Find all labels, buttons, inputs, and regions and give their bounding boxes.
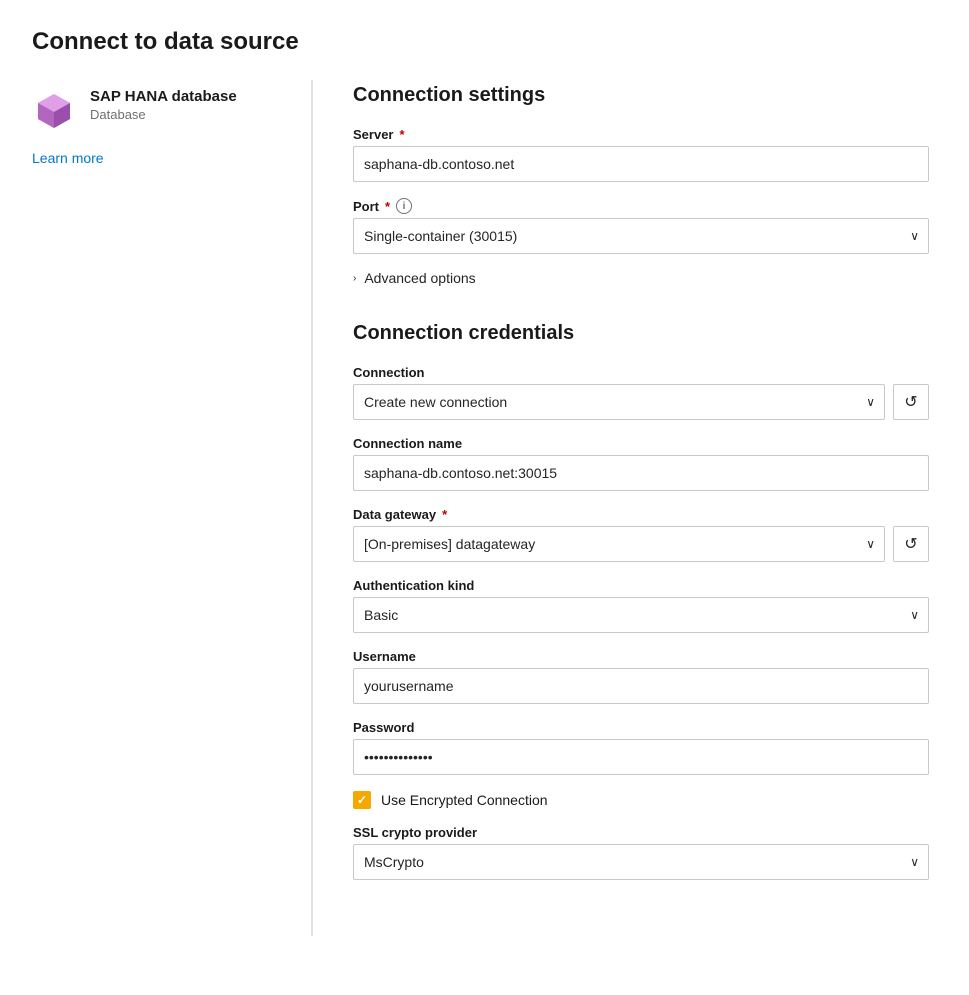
auth-kind-select-wrapper: Basic Windows OAuth2 ∨ — [353, 597, 929, 633]
username-input[interactable] — [353, 668, 929, 704]
connector-name: SAP HANA database — [90, 88, 237, 105]
port-required: * — [385, 199, 390, 214]
ssl-crypto-label: SSL crypto provider — [353, 825, 929, 840]
server-field-group: Server* — [353, 127, 929, 182]
data-gateway-field-group: Data gateway* [On-premises] datagateway … — [353, 507, 929, 562]
data-gateway-select[interactable]: [On-premises] datagateway — [353, 526, 885, 562]
connector-type: Database — [90, 107, 237, 122]
data-gateway-select-wrapper: [On-premises] datagateway ∨ — [353, 526, 885, 562]
connection-name-input[interactable] — [353, 455, 929, 491]
password-label: Password — [353, 720, 929, 735]
encrypted-connection-row: ✓ Use Encrypted Connection — [353, 791, 929, 809]
advanced-chevron-icon: › — [353, 273, 356, 284]
connector-info: SAP HANA database Database — [32, 88, 237, 132]
port-field-group: Port* i Single-container (30015) Multipl… — [353, 198, 929, 254]
port-select[interactable]: Single-container (30015) Multiple contai… — [353, 218, 929, 254]
server-input[interactable] — [353, 146, 929, 182]
username-label: Username — [353, 649, 929, 664]
connection-name-label: Connection name — [353, 436, 929, 451]
ssl-crypto-select-wrapper: MsCrypto OpenSSL ∨ — [353, 844, 929, 880]
connection-refresh-button[interactable]: ↺ — [893, 384, 929, 420]
ssl-crypto-field-group: SSL crypto provider MsCrypto OpenSSL ∨ — [353, 825, 929, 880]
encrypted-connection-label: Use Encrypted Connection — [381, 792, 548, 808]
port-label: Port* i — [353, 198, 929, 214]
encrypted-connection-checkbox[interactable]: ✓ — [353, 791, 371, 809]
connection-name-field-group: Connection name — [353, 436, 929, 491]
auth-kind-select[interactable]: Basic Windows OAuth2 — [353, 597, 929, 633]
data-gateway-required: * — [442, 507, 447, 522]
connection-settings-title: Connection settings — [353, 84, 929, 107]
username-field-group: Username — [353, 649, 929, 704]
learn-more-link[interactable]: Learn more — [32, 150, 104, 166]
data-gateway-refresh-button[interactable]: ↺ — [893, 526, 929, 562]
page-title: Connect to data source — [0, 0, 969, 80]
advanced-options-label: Advanced options — [364, 270, 475, 286]
data-gateway-refresh-icon: ↺ — [904, 534, 917, 554]
connector-text: SAP HANA database Database — [90, 88, 237, 122]
auth-kind-field-group: Authentication kind Basic Windows OAuth2… — [353, 578, 929, 633]
auth-kind-label: Authentication kind — [353, 578, 929, 593]
data-gateway-label: Data gateway* — [353, 507, 929, 522]
password-field-group: Password — [353, 720, 929, 775]
password-input[interactable] — [353, 739, 929, 775]
connection-settings-section: Connection settings Server* Port* i Sing… — [353, 80, 929, 310]
server-label: Server* — [353, 127, 929, 142]
connection-refresh-icon: ↺ — [904, 392, 917, 412]
data-gateway-select-with-refresh: [On-premises] datagateway ∨ ↺ — [353, 526, 929, 562]
connection-select-with-refresh: Create new connection ∨ ↺ — [353, 384, 929, 420]
connection-select-wrapper: Create new connection ∨ — [353, 384, 885, 420]
checkmark-icon: ✓ — [357, 793, 367, 807]
port-select-wrapper: Single-container (30015) Multiple contai… — [353, 218, 929, 254]
connection-select[interactable]: Create new connection — [353, 384, 885, 420]
connection-credentials-section: Connection credentials Connection Create… — [353, 318, 929, 896]
connection-credentials-title: Connection credentials — [353, 322, 929, 345]
server-required: * — [399, 127, 404, 142]
right-panel: Connection settings Server* Port* i Sing… — [313, 80, 969, 936]
port-info-icon: i — [396, 198, 412, 214]
left-panel: SAP HANA database Database Learn more — [32, 80, 312, 936]
ssl-crypto-select[interactable]: MsCrypto OpenSSL — [353, 844, 929, 880]
connection-label: Connection — [353, 365, 929, 380]
connection-field-group: Connection Create new connection ∨ ↺ — [353, 365, 929, 420]
advanced-options-toggle[interactable]: › Advanced options — [353, 270, 929, 286]
connector-icon — [32, 88, 76, 132]
